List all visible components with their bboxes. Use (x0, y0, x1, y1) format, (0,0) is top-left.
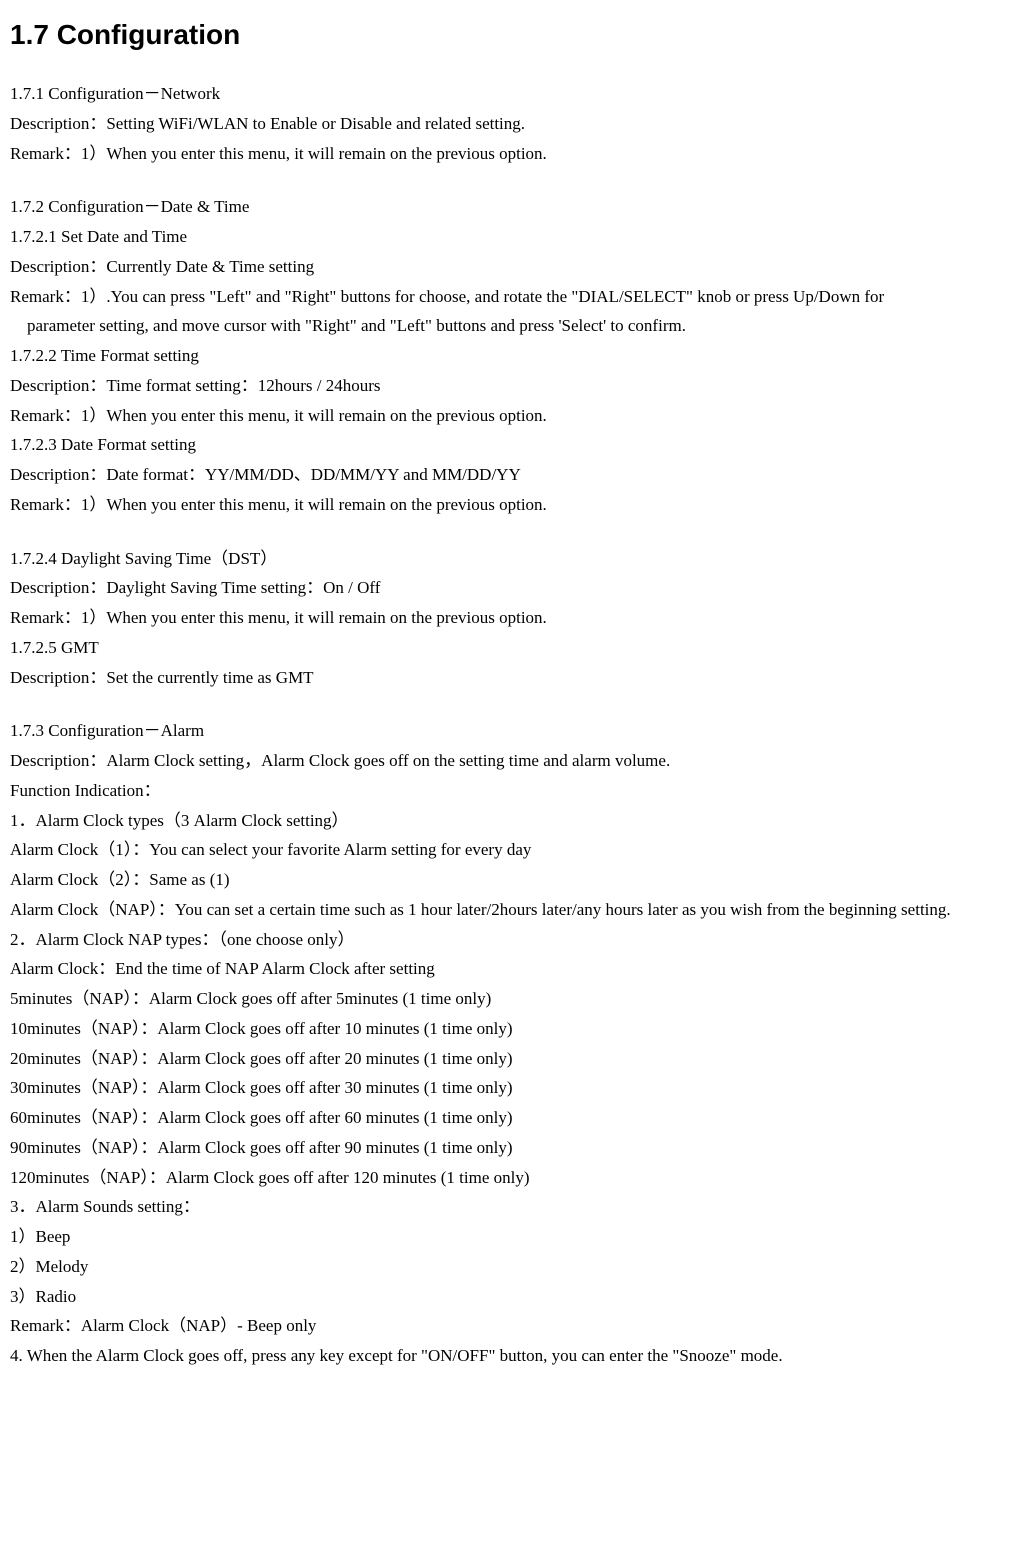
section-1-7-2-4-heading: 1.7.2.4 Daylight Saving Time（DST） (10, 544, 1020, 574)
sound-beep: 1）Beep (10, 1222, 1020, 1252)
section-1-7-2-3-heading: 1.7.2.3 Date Format setting (10, 430, 1020, 460)
nap-90: 90minutes（NAP）：Alarm Clock goes off afte… (10, 1133, 1020, 1163)
nap-60: 60minutes（NAP）：Alarm Clock goes off afte… (10, 1103, 1020, 1133)
sound-melody: 2）Melody (10, 1252, 1020, 1282)
section-1-7-3-heading: 1.7.3 Configuration－Alarm (10, 716, 1020, 746)
snooze-note: 4. When the Alarm Clock goes off, press … (10, 1341, 1020, 1371)
section-1-7-2-3-remark: Remark：1）When you enter this menu, it wi… (10, 490, 1020, 520)
section-1-7-2-1-desc: Description：Currently Date & Time settin… (10, 252, 1020, 282)
section-1-7-2-2-heading: 1.7.2.2 Time Format setting (10, 341, 1020, 371)
alarm-sounds-heading: 3．Alarm Sounds setting： (10, 1192, 1020, 1222)
section-1-7-2-4-remark: Remark：1）When you enter this menu, it wi… (10, 603, 1020, 633)
section-1-7-2-1-heading: 1.7.2.1 Set Date and Time (10, 222, 1020, 252)
section-1-7-2-1-remark-line1: Remark：1）.You can press "Left" and "Righ… (10, 282, 1020, 312)
section-1-7-1-remark: Remark：1）When you enter this menu, it wi… (10, 139, 1020, 169)
section-1-7-1-heading: 1.7.1 Configuration－Network (10, 79, 1020, 109)
section-1-7-2-1-remark-line2: parameter setting, and move cursor with … (10, 311, 1020, 341)
section-1-7-2-5-heading: 1.7.2.5 GMT (10, 633, 1020, 663)
section-1-7-2-heading: 1.7.2 Configuration－Date & Time (10, 192, 1020, 222)
section-1-7-2-3-desc: Description：Date format：YY/MM/DD、DD/MM/Y… (10, 460, 1020, 490)
nap-30: 30minutes（NAP）：Alarm Clock goes off afte… (10, 1073, 1020, 1103)
sound-radio: 3）Radio (10, 1282, 1020, 1312)
alarm-clock-1: Alarm Clock（1）：You can select your favor… (10, 835, 1020, 865)
section-1-7-3-desc: Description：Alarm Clock setting，Alarm Cl… (10, 746, 1020, 776)
function-indication-label: Function Indication： (10, 776, 1020, 806)
nap-120: 120minutes（NAP）：Alarm Clock goes off aft… (10, 1163, 1020, 1193)
section-title: 1.7 Configuration (10, 10, 1020, 59)
section-1-7-1-desc: Description：Setting WiFi/WLAN to Enable … (10, 109, 1020, 139)
section-1-7-2-5-desc: Description：Set the currently time as GM… (10, 663, 1020, 693)
nap-5: 5minutes（NAP）：Alarm Clock goes off after… (10, 984, 1020, 1014)
alarm-remark: Remark：Alarm Clock（NAP）- Beep only (10, 1311, 1020, 1341)
section-1-7-2-2-desc: Description：Time format setting：12hours … (10, 371, 1020, 401)
section-1-7-2-4-desc: Description：Daylight Saving Time setting… (10, 573, 1020, 603)
alarm-clock-nap: Alarm Clock（NAP）：You can set a certain t… (10, 895, 1020, 925)
nap-20: 20minutes（NAP）：Alarm Clock goes off afte… (10, 1044, 1020, 1074)
alarm-types-heading: 1．Alarm Clock types（3 Alarm Clock settin… (10, 806, 1020, 836)
nap-end: Alarm Clock：End the time of NAP Alarm Cl… (10, 954, 1020, 984)
nap-types-heading: 2．Alarm Clock NAP types：（one choose only… (10, 925, 1020, 955)
nap-10: 10minutes（NAP）：Alarm Clock goes off afte… (10, 1014, 1020, 1044)
section-1-7-2-2-remark: Remark：1）When you enter this menu, it wi… (10, 401, 1020, 431)
alarm-clock-2: Alarm Clock（2）：Same as (1) (10, 865, 1020, 895)
